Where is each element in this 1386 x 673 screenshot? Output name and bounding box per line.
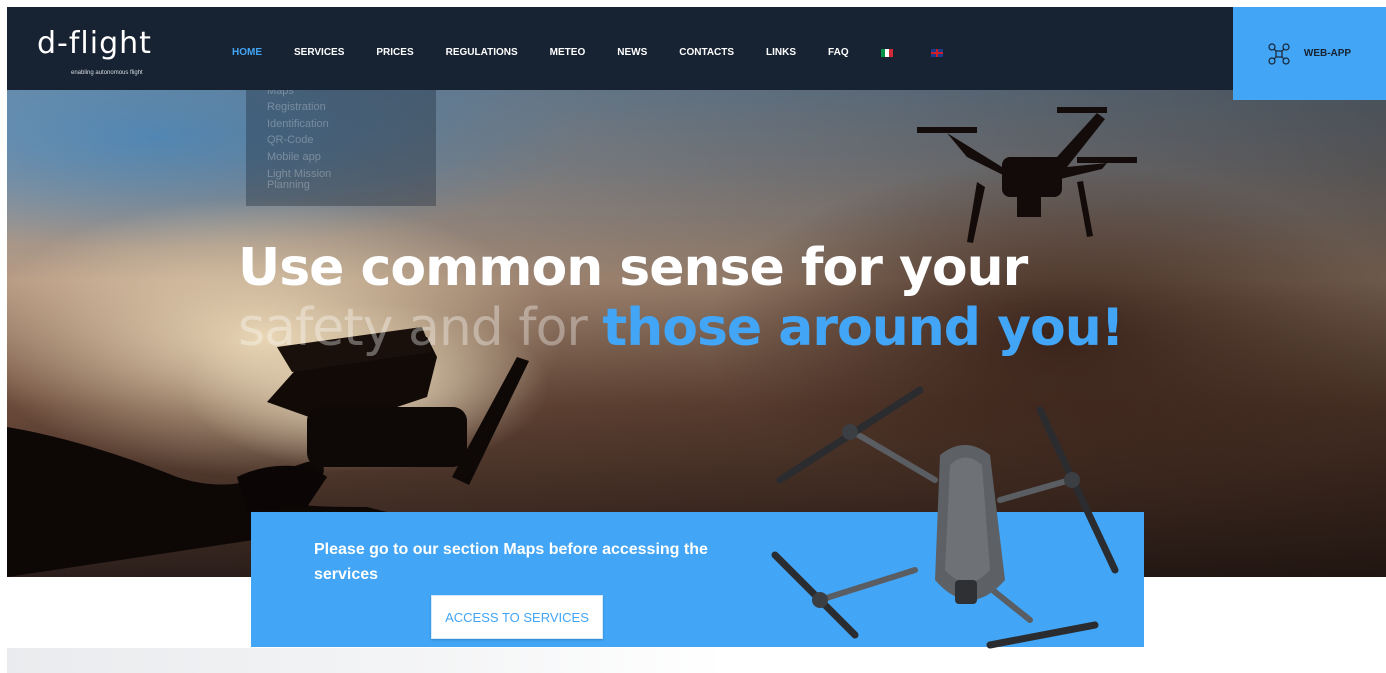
submenu-item-registration[interactable]: Registration: [267, 102, 326, 113]
background-drone-silhouette: [917, 107, 1137, 243]
headline-line-1: Use common sense for your: [238, 238, 1028, 298]
logo-tagline: enabling autonomous flight: [71, 70, 143, 76]
nav-item-news[interactable]: NEWS: [617, 47, 647, 58]
cta-message: Please go to our section Maps before acc…: [314, 541, 708, 583]
web-app-label: WEB-APP: [1303, 48, 1352, 59]
hero-headline: Use common sense for your safety and for…: [238, 238, 1124, 370]
nav-item-prices[interactable]: PRICES: [376, 47, 413, 58]
italian-flag-icon[interactable]: [880, 48, 893, 57]
bottom-fade-strip: [7, 648, 727, 673]
dflight-logo[interactable]: d-flight enabling autonomous flight: [37, 27, 167, 82]
submenu-item-identification[interactable]: Identification: [267, 119, 329, 130]
services-submenu: Maps Registration Identification QR-Code…: [246, 82, 436, 206]
drone-icon: [1268, 42, 1290, 65]
access-services-label: ACCESS TO SERVICES: [445, 609, 589, 625]
headline-line-2: safety and for those around you!: [238, 298, 1124, 370]
nav-item-links[interactable]: LINKS: [766, 47, 796, 58]
foreground-drone-image: [771, 386, 1119, 649]
access-services-button[interactable]: ACCESS TO SERVICES: [431, 595, 603, 639]
headline-light-text: safety and for: [238, 298, 603, 358]
nav-item-meteo[interactable]: METEO: [550, 47, 586, 58]
main-menu: HOME SERVICES PRICES REGULATIONS METEO N…: [232, 47, 981, 58]
nav-item-regulations[interactable]: REGULATIONS: [446, 47, 518, 58]
top-navbar: d-flight enabling autonomous flight HOME…: [7, 7, 1233, 90]
headline-highlight-text: those around you!: [602, 298, 1124, 358]
submenu-item-planning[interactable]: Planning: [267, 180, 310, 191]
logo-wordmark: d-flight: [37, 26, 152, 61]
nav-item-services[interactable]: SERVICES: [294, 47, 344, 58]
nav-item-faq[interactable]: FAQ: [828, 47, 849, 58]
uk-flag-icon[interactable]: [930, 48, 943, 57]
nav-item-home[interactable]: HOME: [232, 47, 262, 58]
web-app-button[interactable]: WEB-APP: [1233, 7, 1386, 100]
submenu-item-qr-code[interactable]: QR-Code: [267, 135, 313, 146]
nav-item-contacts[interactable]: CONTACTS: [679, 47, 734, 58]
submenu-item-mobile-app[interactable]: Mobile app: [267, 152, 321, 163]
